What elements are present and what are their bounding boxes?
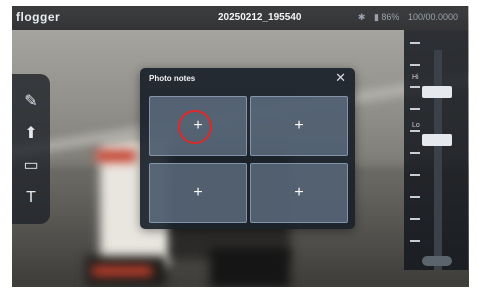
status-bar: ✱ ▮ 86% 100/00.0000 — [352, 12, 458, 23]
gauge-tick — [410, 174, 420, 176]
frame-border — [0, 0, 477, 6]
app-logo: flogger — [16, 10, 61, 24]
battery-status: ▮ 86% — [373, 12, 400, 22]
storage-status: 100/00.0000 — [407, 12, 458, 22]
gauge-tick — [410, 240, 420, 242]
recording-filename: 20250212_195540 — [218, 12, 302, 23]
close-icon[interactable]: ✕ — [335, 71, 346, 84]
bluetooth-icon: ✱ — [357, 12, 366, 22]
gauge-tick — [410, 86, 420, 88]
top-bar: flogger 20250212_195540 ✱ ▮ 86% 100/00.0… — [12, 6, 468, 30]
add-icon: + — [294, 184, 304, 201]
gauge-tick — [410, 108, 420, 110]
add-icon: + — [294, 117, 304, 134]
gauge-tick — [410, 152, 420, 154]
dialog-title: Photo notes — [149, 74, 196, 83]
gauge-low-label: Lo — [412, 122, 420, 129]
photo-notes-dialog: Photo notes ✕ + + + + — [140, 68, 355, 229]
photo-slot-3[interactable]: + — [149, 163, 247, 223]
gauge-tick — [410, 130, 420, 132]
photo-icon[interactable]: ▭ — [21, 156, 41, 176]
gauge-high-readout[interactable] — [422, 86, 452, 98]
left-toolbar: ✎ ⬆ ▭ T — [12, 74, 50, 224]
upload-icon[interactable]: ⬆ — [21, 124, 41, 144]
gauge-tick — [410, 196, 420, 198]
right-gauge: Hi Lo — [404, 30, 468, 270]
camera-view: flogger 20250212_195540 ✱ ▮ 86% 100/00.0… — [0, 0, 477, 293]
background-sign-text — [92, 266, 152, 276]
gauge-tick — [410, 64, 420, 66]
gauge-track — [434, 50, 442, 270]
frame-border — [469, 0, 477, 293]
pen-tool-icon[interactable]: ✎ — [21, 92, 41, 112]
add-icon: + — [193, 184, 203, 201]
text-tool-icon[interactable]: T — [21, 188, 41, 208]
frame-border — [0, 287, 477, 293]
photo-slot-2[interactable]: + — [250, 96, 348, 156]
background-monitor — [210, 248, 290, 288]
gauge-tick — [410, 218, 420, 220]
gauge-button[interactable] — [422, 256, 452, 266]
gauge-high-label: Hi — [412, 74, 419, 81]
frame-border — [0, 0, 12, 293]
background-poster-stripe — [96, 150, 136, 162]
gauge-low-readout[interactable] — [422, 134, 452, 146]
photo-slot-4[interactable]: + — [250, 163, 348, 223]
gauge-tick — [410, 42, 420, 44]
highlight-ring — [178, 110, 212, 144]
